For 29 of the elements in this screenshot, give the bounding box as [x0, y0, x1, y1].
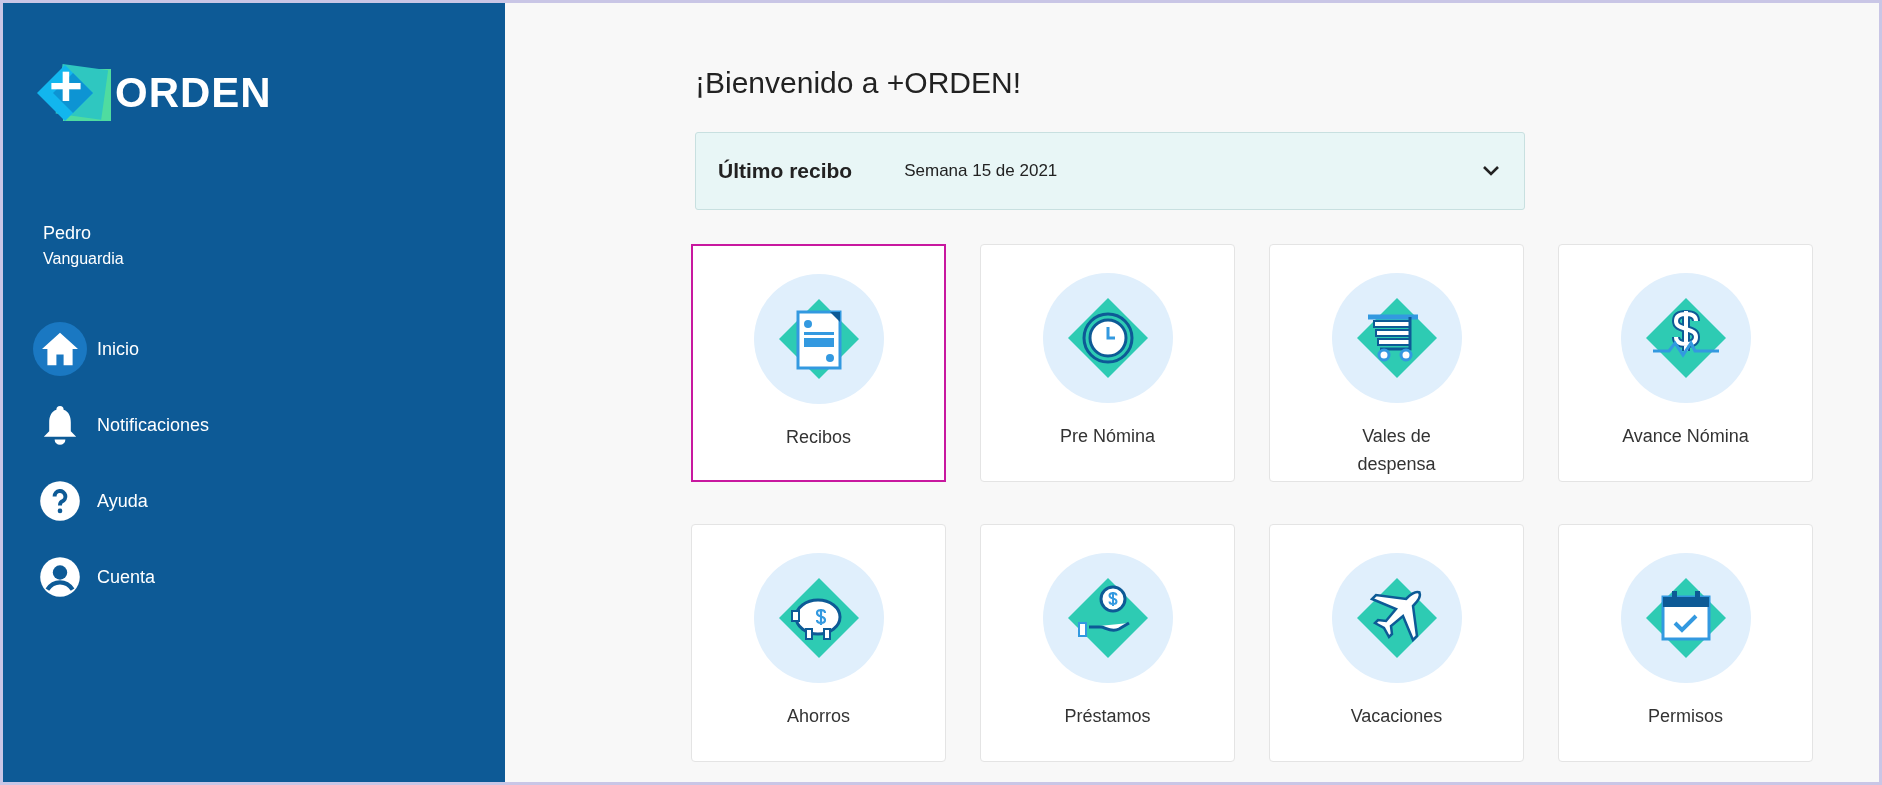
- nav-item[interactable]: Cuenta: [33, 550, 156, 604]
- clock-icon: [1042, 273, 1173, 403]
- menu-card[interactable]: Avance Nómina: [1558, 244, 1813, 482]
- receipt-week: Semana 15 de 2021: [904, 161, 1059, 181]
- menu-card[interactable]: Pre Nómina: [980, 244, 1235, 482]
- menu-card[interactable]: Permisos: [1558, 524, 1813, 762]
- receipt-label: Último recibo: [718, 159, 853, 183]
- piggy-icon: [753, 553, 884, 683]
- nav-item[interactable]: Inicio: [33, 322, 140, 376]
- dollar-icon: [1620, 273, 1751, 403]
- user-last-name: Vanguardia: [43, 250, 125, 268]
- menu-card[interactable]: Préstamos: [980, 524, 1235, 762]
- receipt-icon: [753, 274, 884, 404]
- chevron-down-icon[interactable]: [1482, 165, 1500, 177]
- loan-icon: [1042, 553, 1173, 683]
- latest-receipt-panel[interactable]: Último recibo Semana 15 de 2021: [695, 132, 1525, 210]
- menu-card[interactable]: Ahorros: [691, 524, 946, 762]
- nav-item[interactable]: Notificaciones: [33, 398, 210, 452]
- nav-item[interactable]: Ayuda: [33, 474, 148, 528]
- logo-text: ORDEN: [115, 69, 272, 117]
- plane-icon: [1331, 553, 1462, 683]
- user-first-name: Pedro: [43, 223, 93, 244]
- menu-card[interactable]: Vacaciones: [1269, 524, 1524, 762]
- menu-card[interactable]: Vales de despensa: [1269, 244, 1524, 482]
- menu-card[interactable]: Recibos: [691, 244, 946, 482]
- cart-icon: [1331, 273, 1462, 403]
- calendar-icon: [1620, 553, 1751, 683]
- logo-plus: +: [49, 57, 83, 115]
- page-title: ¡Bienvenido a +ORDEN!: [695, 66, 1022, 100]
